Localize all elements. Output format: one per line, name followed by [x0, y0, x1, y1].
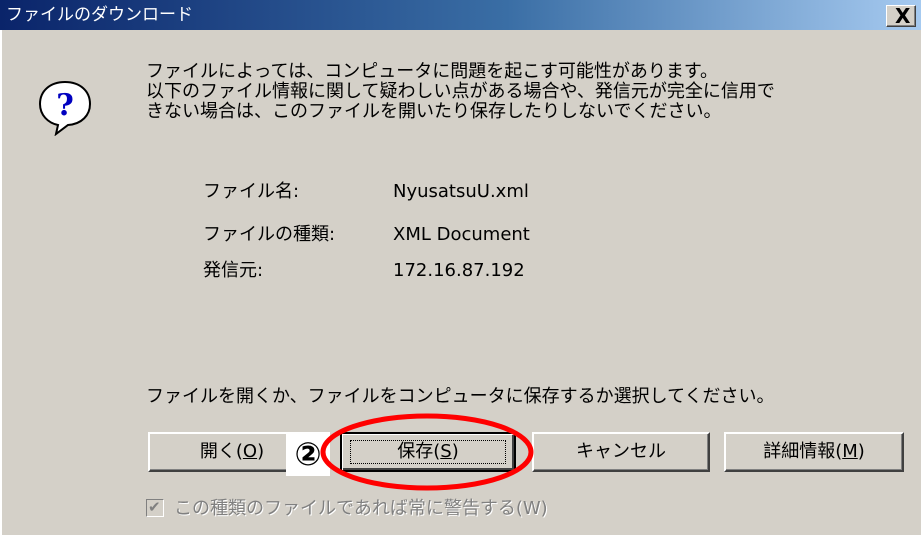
always-warn-label: この種類のファイルであれば常に警告する(W) — [174, 498, 548, 519]
file-name-label: ファイル名: — [203, 181, 300, 202]
close-icon: X — [895, 4, 911, 28]
close-button[interactable]: X — [886, 5, 916, 27]
svg-text:?: ? — [56, 88, 74, 123]
open-button-label: 開く(O) — [199, 441, 265, 462]
question-icon: ? — [38, 80, 92, 136]
always-warn-checkbox[interactable]: ✔ — [146, 498, 164, 517]
details-button-label: 詳細情報(M) — [763, 441, 865, 462]
checkmark-icon: ✔ — [148, 498, 161, 516]
cancel-button-label: キャンセル — [576, 441, 666, 462]
warning-line-2: 以下のファイル情報に関して疑わしい点がある場合や、発信元が完全に信用で — [146, 81, 775, 102]
choose-prompt: ファイルを開くか、ファイルをコンピュータに保存するか選択してください。 — [146, 386, 775, 407]
file-type-label: ファイルの種類: — [203, 224, 336, 245]
source-label: 発信元: — [203, 260, 264, 281]
warning-message: ファイルによっては、コンピュータに問題を起こす可能性があります。 以下のファイル… — [146, 62, 775, 122]
save-button-label: 保存(S) — [397, 441, 459, 462]
cancel-button[interactable]: キャンセル — [532, 432, 710, 472]
file-name-value: NyusatsuU.xml — [393, 181, 529, 202]
file-type-value: XML Document — [393, 224, 530, 245]
title-bar[interactable]: ファイルのダウンロード X — [0, 0, 921, 30]
file-download-dialog: ファイルのダウンロード X ? ファイルによっては、コンピュータに問題を起こす可… — [0, 0, 921, 535]
warning-line-1: ファイルによっては、コンピュータに問題を起こす可能性があります。 — [146, 61, 719, 82]
dialog-title: ファイルのダウンロード — [6, 5, 193, 25]
window-border — [0, 30, 2, 535]
step-marker: ② — [286, 432, 330, 476]
warning-line-3: きない場合は、このファイルを開いたり保存したりしないでください。 — [146, 101, 722, 122]
save-button[interactable]: 保存(S) — [340, 432, 516, 472]
details-button[interactable]: 詳細情報(M) — [724, 432, 904, 472]
source-value: 172.16.87.192 — [393, 260, 525, 281]
